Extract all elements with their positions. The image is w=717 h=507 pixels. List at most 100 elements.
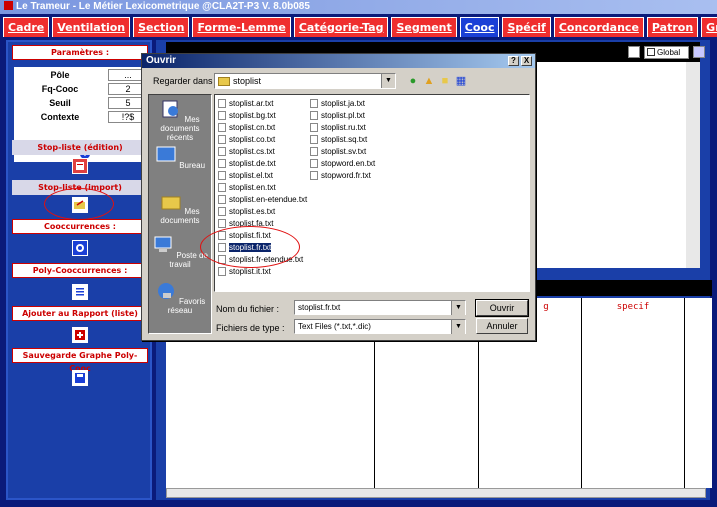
results-vertical-scrollbar[interactable] xyxy=(686,62,700,268)
file-item[interactable]: stopword.en.txt xyxy=(309,158,375,169)
file-item[interactable]: stoplist.ar.txt xyxy=(217,98,273,109)
file-item[interactable]: stoplist.de.txt xyxy=(217,158,276,169)
file-name: stoplist.ru.txt xyxy=(321,123,366,132)
chevron-down-icon[interactable]: ▼ xyxy=(451,301,465,315)
file-item[interactable]: stoplist.co.txt xyxy=(217,134,275,145)
stoplist-edit-button[interactable] xyxy=(72,158,88,174)
back-icon[interactable]: ● xyxy=(406,74,420,88)
filetype-value: Text Files (*.txt,*.dic) xyxy=(298,322,371,331)
file-name: stoplist.cn.txt xyxy=(229,123,276,132)
tab-cadre[interactable]: Cadre xyxy=(3,17,50,37)
file-item[interactable]: stoplist.es.txt xyxy=(217,206,275,217)
cooccurrences-button[interactable] xyxy=(72,240,88,256)
cancel-button[interactable]: Annuler xyxy=(476,318,528,334)
file-item[interactable]: stoplist.cs.txt xyxy=(217,146,275,157)
text-file-icon xyxy=(218,219,226,228)
list-icon xyxy=(76,288,84,296)
tab-ventilation[interactable]: Ventilation xyxy=(52,17,131,37)
text-file-icon xyxy=(218,135,226,144)
file-name: stoplist.ja.txt xyxy=(321,99,366,108)
highlight-circle-annotation xyxy=(44,188,114,220)
cooccurrences-label: Cooccurrences : xyxy=(12,219,148,234)
tab-segment[interactable]: Segment xyxy=(391,17,457,37)
param-row-fqcooc: Fq-Cooc 2 xyxy=(14,83,148,96)
open-file-dialog: Ouvrir ? X Regarder dans : stoplist ▼ ● … xyxy=(141,53,536,341)
view-menu-icon[interactable]: ▦ xyxy=(454,74,468,88)
results-horizontal-scrollbar[interactable] xyxy=(166,488,706,498)
tab-section[interactable]: Section xyxy=(133,17,190,37)
file-item[interactable]: stoplist.sq.txt xyxy=(309,134,367,145)
param-label: Contexte xyxy=(40,112,80,122)
text-file-icon xyxy=(218,171,226,180)
target-icon xyxy=(76,244,84,252)
window-title-bar: Le Trameur - Le Métier Lexicometrique @C… xyxy=(0,0,717,14)
place-recent-documents[interactable]: Mes documents récents xyxy=(149,99,211,142)
text-file-icon xyxy=(218,111,226,120)
tab-cooc[interactable]: Cooc xyxy=(459,17,500,37)
file-name: stoplist.it.txt xyxy=(229,267,271,276)
file-item[interactable]: stoplist.sv.txt xyxy=(309,146,366,157)
file-item[interactable]: stoplist.en.txt xyxy=(217,182,276,193)
place-network[interactable]: Favoris réseau xyxy=(149,281,211,315)
lookin-value: stoplist xyxy=(233,76,262,86)
file-name: stoplist.cs.txt xyxy=(229,147,275,156)
text-file-icon xyxy=(310,159,318,168)
file-name: stoplist.co.txt xyxy=(229,135,276,144)
file-item[interactable]: stoplist.el.txt xyxy=(217,170,273,181)
dialog-title-bar: Ouvrir xyxy=(142,54,535,68)
global-checkbox[interactable]: Global xyxy=(644,46,689,59)
file-item[interactable]: stoplist.cn.txt xyxy=(217,122,275,133)
file-name: stoplist.ar.txt xyxy=(229,99,274,108)
filename-value: stoplist.fr.txt xyxy=(298,303,341,312)
text-file-icon xyxy=(310,171,318,180)
save-graph-button[interactable] xyxy=(72,370,88,386)
filetype-label: Fichiers de type : xyxy=(216,323,285,333)
tab-forme-lemme[interactable]: Forme-Lemme xyxy=(192,17,291,37)
text-file-icon xyxy=(218,183,226,192)
window-icon[interactable] xyxy=(693,46,705,58)
filename-input[interactable]: stoplist.fr.txt ▼ xyxy=(294,300,466,315)
help-button[interactable]: ? xyxy=(508,56,519,66)
tab-sp-cif[interactable]: Spécif xyxy=(502,17,551,37)
add-report-button[interactable] xyxy=(72,327,88,343)
up-folder-icon[interactable]: ▲ xyxy=(422,74,436,88)
window-title: Le Trameur - Le Métier Lexicometrique @C… xyxy=(16,1,310,12)
param-label: Seuil xyxy=(49,98,71,108)
tab-concordance[interactable]: Concordance xyxy=(553,17,644,37)
file-item[interactable]: stoplist.ja.txt xyxy=(309,98,365,109)
app-icon xyxy=(4,1,13,10)
highlight-circle-annotation xyxy=(200,226,300,268)
poly-cooccurrences-button[interactable] xyxy=(72,284,88,300)
place-desktop[interactable]: Bureau xyxy=(149,145,211,170)
text-file-icon xyxy=(310,99,318,108)
place-my-documents[interactable]: Mes documents xyxy=(149,191,211,225)
tab-patron[interactable]: Patron xyxy=(646,17,699,37)
checkbox-icon xyxy=(647,48,655,56)
close-button[interactable]: X xyxy=(521,56,532,66)
chevron-down-icon[interactable]: ▼ xyxy=(451,320,465,334)
file-name: stopword.en.txt xyxy=(321,159,376,168)
file-name: stoplist.en.txt xyxy=(229,183,276,192)
tab-cat-gorie-tag[interactable]: Catégorie-Tag xyxy=(293,17,389,37)
param-label: Pôle xyxy=(50,70,70,80)
tab-graphe[interactable]: Graphe xyxy=(701,17,717,37)
grid-view-icon[interactable] xyxy=(628,46,640,58)
folder-icon xyxy=(218,77,230,86)
file-item[interactable]: stopword.fr.txt xyxy=(309,170,371,181)
file-item[interactable]: stoplist.ru.txt xyxy=(309,122,366,133)
new-folder-icon[interactable]: ■ xyxy=(438,74,452,88)
lookin-dropdown[interactable]: stoplist ▼ xyxy=(214,73,396,89)
open-button[interactable]: Ouvrir xyxy=(475,299,529,317)
chevron-down-icon[interactable]: ▼ xyxy=(381,74,395,88)
file-item[interactable]: stoplist.bg.txt xyxy=(217,110,276,121)
text-file-icon xyxy=(218,267,226,276)
filetype-select[interactable]: Text Files (*.txt,*.dic) ▼ xyxy=(294,319,466,334)
global-label: Global xyxy=(657,48,681,57)
plus-icon xyxy=(75,330,85,340)
table-column-divider xyxy=(581,298,582,488)
text-file-icon xyxy=(218,147,226,156)
file-name: stoplist.pl.txt xyxy=(321,111,366,120)
file-item[interactable]: stoplist.en-etendue.txt xyxy=(217,194,307,205)
file-item[interactable]: stoplist.pl.txt xyxy=(309,110,365,121)
place-label: Bureau xyxy=(179,161,206,170)
